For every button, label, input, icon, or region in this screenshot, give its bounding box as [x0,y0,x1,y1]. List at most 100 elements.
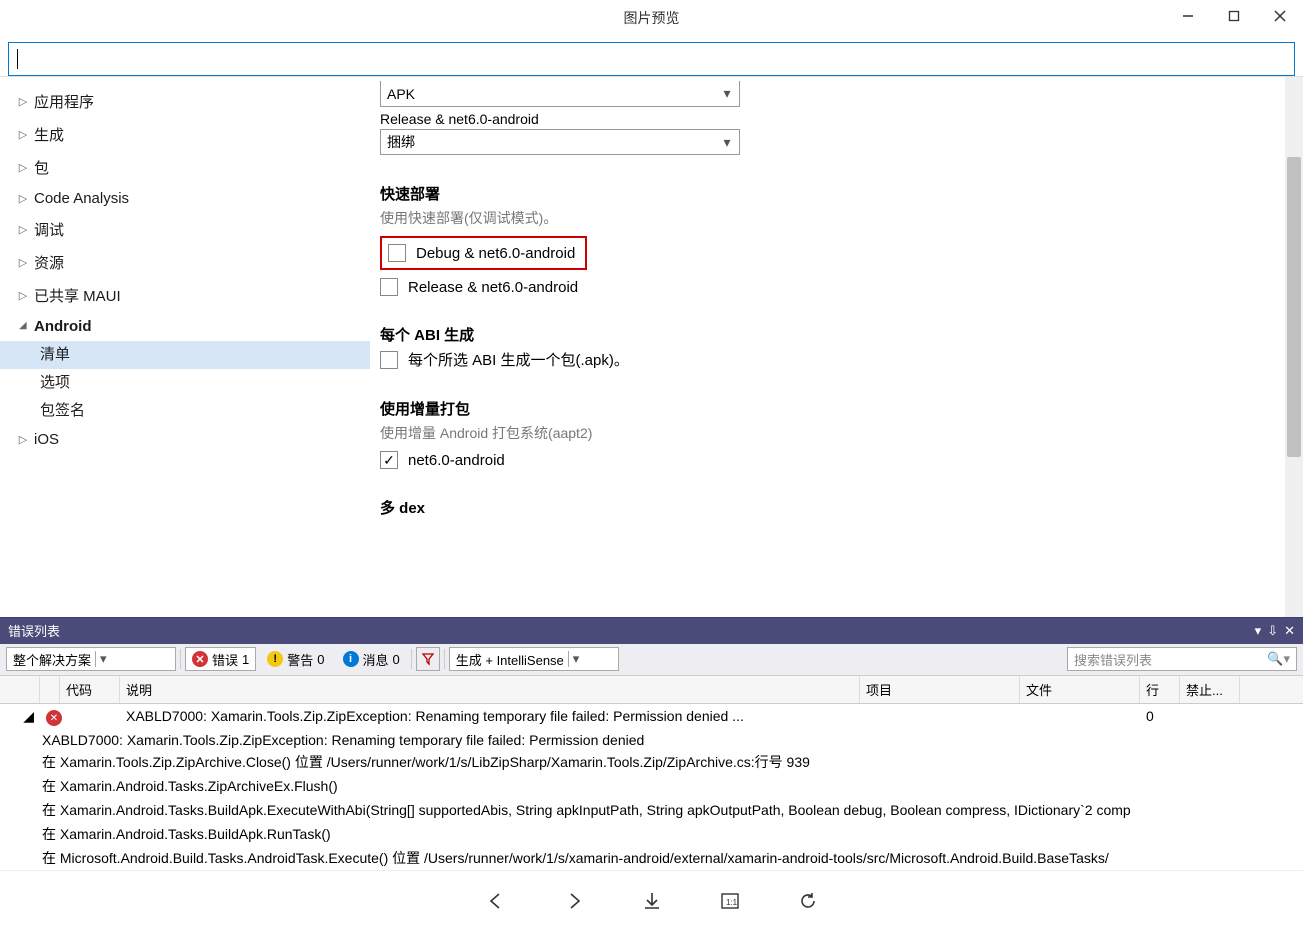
col-line[interactable]: 行 [1140,676,1180,703]
fast-deploy-debug-checkbox[interactable]: Debug & net6.0-android [380,236,587,270]
error-detail-line: 在 Xamarin.Android.Tasks.BuildApk.RunTask… [0,822,1303,846]
checkbox-icon: ✓ [380,451,398,469]
content-panel: APK ▾ Release & net6.0-android 捆绑 ▾ 快速部署… [370,77,1303,617]
checkbox-icon [388,244,406,262]
expand-toggle[interactable]: ◢ [0,704,40,729]
error-row[interactable]: ◢ ✕ XABLD7000: Xamarin.Tools.Zip.ZipExce… [0,704,1303,731]
error-detail-line: 在 Xamarin.Android.Tasks.BuildApk.Execute… [0,798,1303,822]
checkbox-icon [380,278,398,296]
next-button[interactable] [560,887,588,915]
chevron-down-icon: ▾ [719,134,735,150]
bind-dropdown[interactable]: 捆绑 ▾ [380,129,740,155]
actual-size-button[interactable]: 1:1 [716,887,744,915]
close-panel-icon[interactable]: ✕ [1284,623,1295,639]
checkbox-icon [380,351,398,369]
row-project [860,704,1020,712]
sidebar-item-label: Code Analysis [34,190,129,207]
minimize-button[interactable] [1165,0,1211,32]
filter-count: 0 [317,652,324,667]
sidebar-item-build[interactable]: 生成 [0,118,370,151]
release-label: Release & net6.0-android [380,111,1293,127]
filter-label: 警告 [287,650,313,669]
sidebar-sub-label: 选项 [40,374,70,391]
error-table: 代码 说明 项目 文件 行 禁止... ◢ ✕ XABLD7000: Xamar… [0,676,1303,871]
search-wrap [0,36,1303,76]
row-file [1020,704,1140,712]
chevron-down-icon [16,321,30,333]
scrollbar-thumb[interactable] [1287,157,1301,457]
fast-deploy-release-checkbox[interactable]: Release & net6.0-android [380,278,1293,296]
sidebar-item-debug[interactable]: 调试 [0,213,370,246]
clear-filter-button[interactable] [416,647,440,671]
chevron-right-icon [16,289,30,302]
close-button[interactable] [1257,0,1303,32]
info-icon: i [343,651,359,667]
error-list-toolbar: 整个解决方案 ▾ ✕ 错误 1 ! 警告 0 i 消息 0 生成 + Intel… [0,644,1303,676]
viewer-toolbar: 1:1 [0,870,1303,930]
error-search-input[interactable]: 搜索错误列表 🔍▾ [1067,647,1297,671]
incremental-checkbox[interactable]: ✓ net6.0-android [380,451,1293,469]
warnings-filter-button[interactable]: ! 警告 0 [260,647,331,671]
scope-dropdown[interactable]: 整个解决方案 ▾ [6,647,176,671]
separator [444,649,445,669]
sidebar-item-app[interactable]: 应用程序 [0,85,370,118]
abi-checkbox[interactable]: 每个所选 ABI 生成一个包(.apk)。 [380,349,1293,370]
sidebar-item-label: 应用程序 [34,91,94,112]
separator [411,649,412,669]
col-file[interactable]: 文件 [1020,676,1140,703]
error-icon: ✕ [192,651,208,667]
icon-col [40,676,60,703]
sidebar-sub-manifest[interactable]: 清单 [0,341,370,369]
refresh-button[interactable] [794,887,822,915]
chevron-right-icon [16,223,30,236]
incremental-heading: 使用增量打包 [380,398,1293,419]
apk-format-dropdown[interactable]: APK ▾ [380,81,740,107]
sidebar-item-shared-maui[interactable]: 已共享 MAUI [0,279,370,312]
dropdown-value: 生成 + IntelliSense [456,650,564,669]
prev-button[interactable] [482,887,510,915]
sidebar-item-resources[interactable]: 资源 [0,246,370,279]
col-suppress[interactable]: 禁止... [1180,676,1240,703]
window-title: 图片预览 [624,8,680,28]
col-code[interactable]: 代码 [60,676,120,703]
search-input[interactable] [8,42,1295,76]
col-desc[interactable]: 说明 [120,676,860,703]
chevron-right-icon [16,161,30,174]
error-detail-line: 在 Microsoft.Android.Build.Tasks.AndroidT… [0,846,1303,870]
row-desc: XABLD7000: Xamarin.Tools.Zip.ZipExceptio… [120,704,860,728]
multidex-heading: 多 dex [380,497,1293,518]
sidebar-sub-label: 清单 [40,346,70,363]
col-project[interactable]: 项目 [860,676,1020,703]
sidebar-item-ios[interactable]: iOS [0,425,370,454]
checkbox-label: net6.0-android [408,452,505,469]
source-dropdown[interactable]: 生成 + IntelliSense ▾ [449,647,619,671]
checkbox-label: 每个所选 ABI 生成一个包(.apk)。 [408,349,629,370]
checkbox-label: Debug & net6.0-android [416,245,575,262]
error-list-panel: 错误列表 ▾ ⇩ ✕ 整个解决方案 ▾ ✕ 错误 1 ! 警告 0 i 消息 0 [0,617,1303,871]
scrollbar[interactable] [1285,77,1303,617]
chevron-down-icon: ▾ [719,85,735,101]
filter-label: 错误 [212,650,238,669]
sidebar-item-label: 生成 [34,124,64,145]
download-button[interactable] [638,887,666,915]
window-controls [1165,0,1303,32]
main-region: 应用程序 生成 包 Code Analysis 调试 资源 已共享 MAUI A… [0,76,1303,617]
panel-menu-icon[interactable]: ▾ [1255,623,1262,639]
sidebar-item-code-analysis[interactable]: Code Analysis [0,184,370,213]
sidebar-item-label: Android [34,318,92,335]
dropdown-value: APK [387,86,415,102]
sidebar-item-label: 调试 [34,219,64,240]
errors-filter-button[interactable]: ✕ 错误 1 [185,647,256,671]
sidebar-sub-signing[interactable]: 包签名 [0,397,370,425]
sidebar-item-android[interactable]: Android [0,312,370,341]
error-table-header: 代码 说明 项目 文件 行 禁止... [0,676,1303,704]
sidebar-sub-options[interactable]: 选项 [0,369,370,397]
sidebar-item-package[interactable]: 包 [0,151,370,184]
chevron-down-icon: ▾ [95,651,107,667]
sidebar-sub-label: 包签名 [40,402,85,419]
panel-header-controls: ▾ ⇩ ✕ [1255,623,1295,639]
maximize-button[interactable] [1211,0,1257,32]
pin-icon[interactable]: ⇩ [1267,623,1278,639]
fast-deploy-heading: 快速部署 [380,183,1293,204]
messages-filter-button[interactable]: i 消息 0 [336,647,407,671]
